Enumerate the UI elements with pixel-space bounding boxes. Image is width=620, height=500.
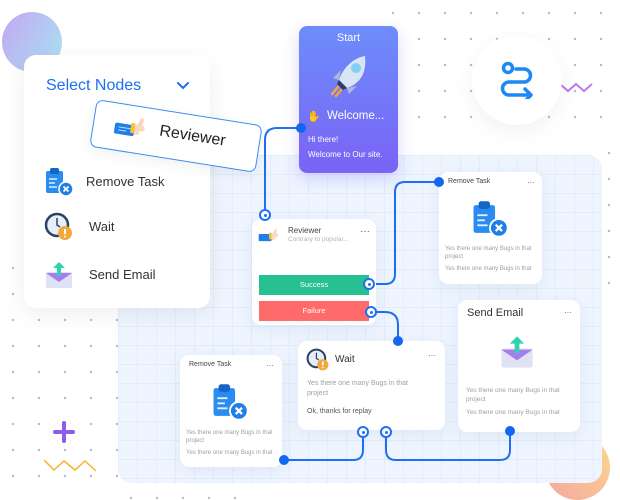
node-title: Wait: [335, 354, 355, 365]
node-title: Remove Task: [448, 178, 491, 185]
wait-node[interactable]: Wait ··· Yes there one many Bugs in that…: [298, 341, 445, 430]
node-description: Yes there one many Bugs in that project: [186, 430, 273, 444]
node-option-label: Remove Task: [86, 174, 165, 189]
remove-task-left-input-port[interactable]: [279, 455, 289, 465]
node-description: Yes there one many Bugs in that project: [466, 387, 560, 403]
clipboard-remove-icon: [46, 168, 74, 197]
rocket-icon: [330, 56, 366, 98]
decor-plus-purple: [53, 421, 75, 443]
remove-task-node-left[interactable]: Remove Task ··· Yes there one many Bugs …: [180, 355, 282, 467]
more-options-button[interactable]: ···: [266, 362, 274, 370]
chevron-down-icon[interactable]: [176, 81, 190, 91]
dot-grid-bottom: [118, 485, 248, 500]
dragging-reviewer-label: Reviewer: [158, 122, 227, 150]
clock-warning-icon: [306, 348, 329, 371]
start-node[interactable]: Start ✋ Welcome... Hi there! Welcome to …: [299, 26, 398, 173]
node-description: Yes there one many Bugs in that project: [307, 380, 408, 397]
wait-input-port[interactable]: [393, 336, 403, 346]
success-branch[interactable]: Success: [259, 275, 369, 295]
clock-warning-icon: [44, 212, 72, 240]
failure-output-port[interactable]: [365, 306, 377, 318]
workflow-badge: [472, 35, 562, 125]
failure-branch[interactable]: Failure: [259, 301, 369, 321]
wave-hand-icon: ✋: [307, 111, 321, 123]
reviewer-node[interactable]: Reviewer Contrary to popular... ··· Succ…: [252, 219, 376, 325]
remove-task-right-input-port[interactable]: [434, 177, 444, 187]
email-send-icon: [501, 336, 533, 368]
node-option-remove-task[interactable]: Remove Task: [44, 167, 204, 199]
decor-squiggle-purple: [560, 82, 593, 93]
clipboard-remove-icon: [213, 384, 249, 421]
node-description-2: Yes there one many Bugs in that: [445, 266, 532, 272]
node-option-wait[interactable]: Wait: [44, 212, 204, 244]
node-option-label: Wait: [89, 219, 115, 234]
node-option-send-email[interactable]: Send Email: [44, 260, 204, 292]
more-options-button[interactable]: ···: [527, 179, 535, 187]
select-nodes-panel: Select Nodes Remove Task Wait Send Email: [24, 55, 210, 308]
reviewer-input-port[interactable]: [259, 209, 271, 221]
reviewer-thumbs-up-icon: [113, 118, 145, 137]
send-email-node[interactable]: Send Email ··· Yes there one many Bugs i…: [458, 300, 580, 432]
decor-squiggle-yellow: [44, 459, 97, 472]
more-options-button[interactable]: ···: [564, 309, 572, 317]
remove-task-node-right[interactable]: Remove Task ··· Yes there one many Bugs …: [439, 172, 542, 284]
node-description: Yes there one many Bugs in that project: [445, 246, 532, 260]
node-option-label: Send Email: [89, 267, 156, 282]
node-reply: Ok, thanks for replay: [307, 408, 372, 415]
node-title: Send Email: [467, 307, 524, 319]
reviewer-node-title: Reviewer: [288, 226, 322, 235]
node-description-2: Yes there one many Bugs in that: [186, 450, 273, 456]
node-title: Remove Task: [189, 361, 232, 368]
reviewer-thumbs-up-icon: [258, 228, 279, 242]
wait-output-port-left[interactable]: [357, 426, 369, 438]
wait-output-port-right[interactable]: [380, 426, 392, 438]
start-node-line1: Hi there!: [308, 135, 339, 144]
start-node-header: Start: [336, 32, 361, 44]
start-node-greeting: Welcome...: [327, 110, 385, 122]
more-options-button[interactable]: ···: [428, 352, 436, 360]
select-nodes-title: Select Nodes: [46, 77, 142, 94]
clipboard-remove-icon: [473, 201, 509, 238]
reviewer-node-subtitle: Contrary to popular...: [288, 236, 349, 243]
send-email-input-port[interactable]: [505, 426, 515, 436]
node-description-2: Yes there one many Bugs in that: [466, 409, 560, 416]
start-node-line2: Welcome to Our site.: [308, 150, 383, 159]
route-icon: [500, 61, 533, 99]
success-output-port[interactable]: [363, 278, 375, 290]
start-node-output-port[interactable]: [296, 123, 306, 133]
email-send-icon: [46, 262, 72, 288]
more-options-button[interactable]: ···: [360, 227, 370, 237]
